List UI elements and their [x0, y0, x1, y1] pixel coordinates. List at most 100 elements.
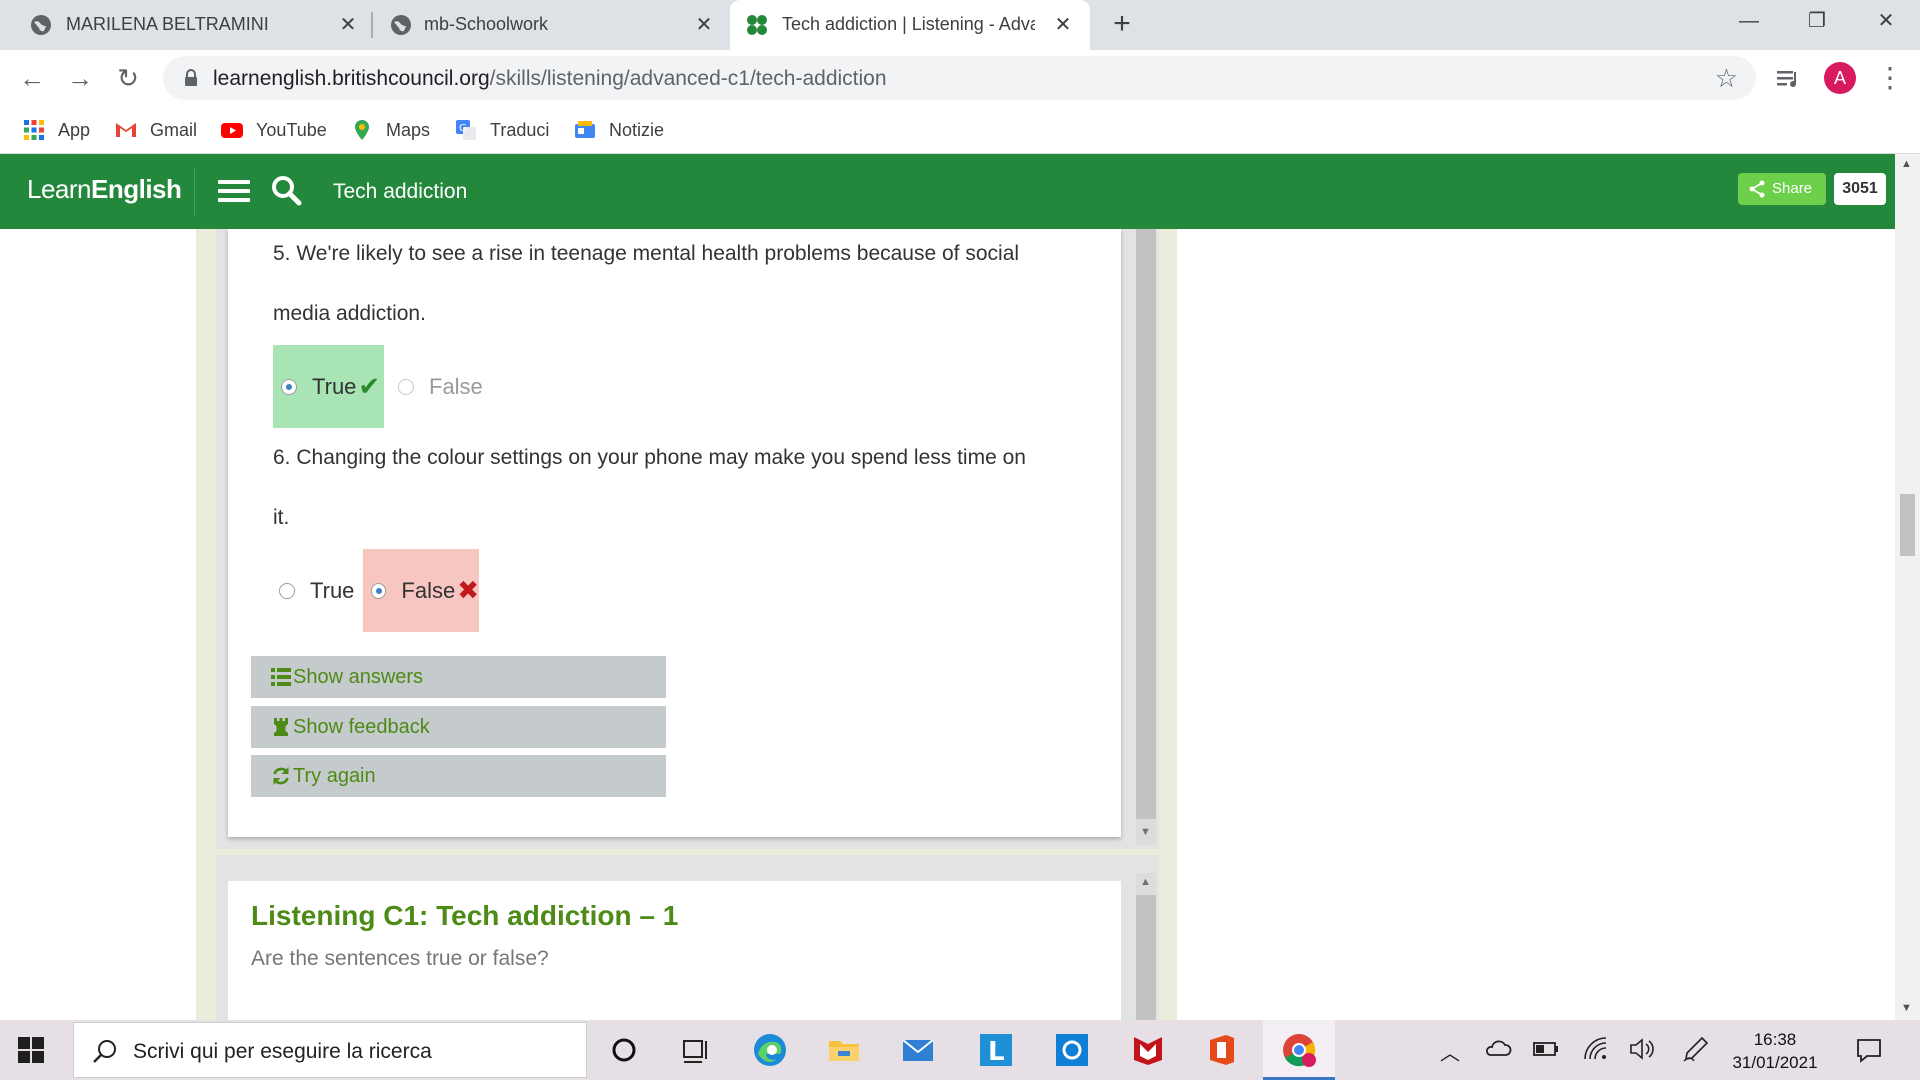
tab-marilena[interactable]: MARILENA BELTRAMINI ✕	[0, 0, 372, 50]
search-icon	[93, 1040, 116, 1063]
url-path: /skills/listening/advanced-c1/tech-addic…	[489, 67, 887, 90]
office-icon[interactable]	[1204, 1032, 1240, 1068]
edge-browser-icon[interactable]	[752, 1032, 788, 1068]
profile-avatar[interactable]: A	[1824, 62, 1856, 94]
q6-option-false[interactable]: False ✖	[363, 549, 479, 632]
show-hidden-icons-chevron-icon[interactable]: ︿	[1440, 1037, 1460, 1066]
section-title: Listening C1: Tech addiction – 1	[251, 900, 679, 931]
minimize-button[interactable]: —	[1715, 0, 1783, 44]
svg-text:L: L	[988, 1037, 1005, 1067]
q5-option-false[interactable]: False	[398, 345, 498, 428]
address-bar[interactable]: learnenglish.britishcouncil.org/skills/l…	[163, 56, 1756, 100]
hamburger-menu-icon[interactable]	[218, 180, 250, 206]
volume-icon[interactable]	[1628, 1035, 1656, 1063]
globe-icon	[31, 15, 51, 35]
tab-schoolwork[interactable]: mb-Schoolwork ✕	[372, 0, 730, 50]
learnenglish-logo[interactable]: LearnEnglish	[27, 174, 182, 205]
scrollbar-thumb[interactable]	[1136, 229, 1156, 819]
scroll-up-arrow-icon[interactable]: ▲	[1901, 158, 1912, 170]
clock-time: 16:38	[1753, 1030, 1797, 1049]
system-clock[interactable]: 16:38 31/01/2021	[1730, 1028, 1820, 1074]
radio-unselected[interactable]	[279, 582, 295, 599]
close-window-button[interactable]: ✕	[1852, 0, 1920, 44]
q6-option-true[interactable]: True	[279, 549, 359, 632]
wifi-icon[interactable]	[1582, 1035, 1610, 1063]
bookmark-star-icon[interactable]: ☆	[1715, 63, 1738, 94]
option-label: True	[310, 577, 355, 603]
bookmark-youtube[interactable]: YouTube	[220, 116, 327, 144]
radio-unselected[interactable]	[398, 378, 414, 395]
page-content: 5. We're likely to see a rise in teenage…	[0, 229, 1895, 1020]
task-view-icon[interactable]	[678, 1032, 714, 1068]
windows-taskbar: Scrivi qui per eseguire la ricerca L ︿ 1…	[0, 1020, 1920, 1080]
close-icon[interactable]: ✕	[691, 12, 717, 38]
site-header: LearnEnglish Tech addiction Share 3051	[0, 154, 1895, 229]
reload-button[interactable]: ↻	[112, 62, 144, 94]
q5-option-true[interactable]: True ✔	[273, 345, 384, 428]
page-scrollbar[interactable]: ▲ ▼	[1895, 154, 1920, 1020]
scroll-down-arrow-icon[interactable]: ▼	[1901, 1002, 1912, 1014]
page-title: Tech addiction	[333, 180, 468, 203]
question-5-text: 5. We're likely to see a rise in teenage…	[273, 242, 1020, 265]
logo-bold-text: English	[91, 174, 182, 204]
radio-selected[interactable]	[371, 582, 387, 599]
bookmark-label: Gmail	[150, 119, 198, 140]
radio-selected[interactable]	[281, 378, 297, 395]
close-icon[interactable]: ✕	[335, 12, 361, 38]
tab-title: mb-Schoolwork	[424, 14, 549, 34]
taskbar-search-box[interactable]: Scrivi qui per eseguire la ricerca	[73, 1022, 587, 1078]
file-explorer-icon[interactable]	[826, 1032, 862, 1068]
new-tab-button[interactable]: +	[1105, 8, 1139, 42]
bookmark-apps[interactable]: App	[22, 116, 90, 144]
section-subtitle: Are the sentences true or false?	[251, 947, 549, 970]
onedrive-cloud-icon[interactable]	[1484, 1035, 1512, 1063]
forward-button[interactable]: →	[64, 62, 96, 94]
exercise-scrollbar[interactable]: ▼	[1136, 229, 1156, 845]
scroll-up-arrow-icon[interactable]: ▲	[1140, 876, 1151, 888]
search-icon[interactable]	[270, 174, 302, 206]
share-icon	[1749, 180, 1765, 198]
mail-icon[interactable]	[900, 1032, 936, 1068]
bookmark-traduci[interactable]: G Traduci	[454, 116, 549, 144]
media-control-icon[interactable]	[1774, 64, 1804, 94]
scroll-down-arrow-icon[interactable]: ▼	[1140, 826, 1151, 838]
show-feedback-button[interactable]: Show feedback	[251, 706, 666, 748]
lock-icon	[185, 69, 197, 86]
try-again-button[interactable]: Try again	[251, 755, 666, 797]
british-council-icon	[747, 15, 767, 35]
button-label: Show feedback	[293, 716, 430, 738]
button-label: Show answers	[293, 666, 424, 688]
scrollbar-thumb[interactable]	[1136, 895, 1156, 1020]
mcafee-icon[interactable]	[1130, 1032, 1166, 1068]
option-label: False	[401, 577, 456, 603]
share-button[interactable]: Share	[1738, 173, 1826, 205]
option-label: True	[312, 373, 357, 399]
windows-start-icon[interactable]	[18, 1037, 44, 1063]
question-6-text: 6. Changing the colour settings on your …	[273, 446, 1026, 469]
battery-icon[interactable]	[1532, 1035, 1560, 1063]
button-label: Try again	[293, 765, 376, 787]
cortana-app-icon[interactable]	[1054, 1032, 1090, 1068]
close-icon[interactable]: ✕	[1050, 12, 1076, 38]
bookmark-gmail[interactable]: Gmail	[114, 116, 197, 144]
svg-text:G: G	[459, 123, 467, 134]
next-exercise-scrollbar[interactable]: ▲	[1136, 873, 1156, 1020]
action-center-icon[interactable]	[1855, 1036, 1883, 1064]
bookmark-maps[interactable]: Maps	[350, 116, 430, 144]
restore-button[interactable]: ❐	[1783, 0, 1851, 44]
globe-icon	[391, 15, 411, 35]
cortana-icon[interactable]	[606, 1032, 642, 1068]
chrome-taskbar-active[interactable]	[1263, 1020, 1335, 1080]
bookmark-label: YouTube	[256, 119, 327, 140]
show-answers-button[interactable]: Show answers	[251, 656, 666, 698]
clock-date: 31/01/2021	[1732, 1053, 1818, 1072]
refresh-icon	[273, 767, 289, 785]
tab-tech-addiction[interactable]: Tech addiction | Listening - Advan ✕	[730, 0, 1090, 50]
back-button[interactable]: ←	[16, 62, 48, 94]
pen-ink-icon[interactable]	[1682, 1035, 1710, 1063]
scrollbar-thumb[interactable]	[1900, 494, 1915, 556]
l-app-icon[interactable]: L	[978, 1032, 1014, 1068]
browser-menu-icon[interactable]: ⋮	[1876, 62, 1904, 94]
apps-grid-icon	[24, 120, 44, 140]
bookmark-notizie[interactable]: Notizie	[573, 116, 664, 144]
